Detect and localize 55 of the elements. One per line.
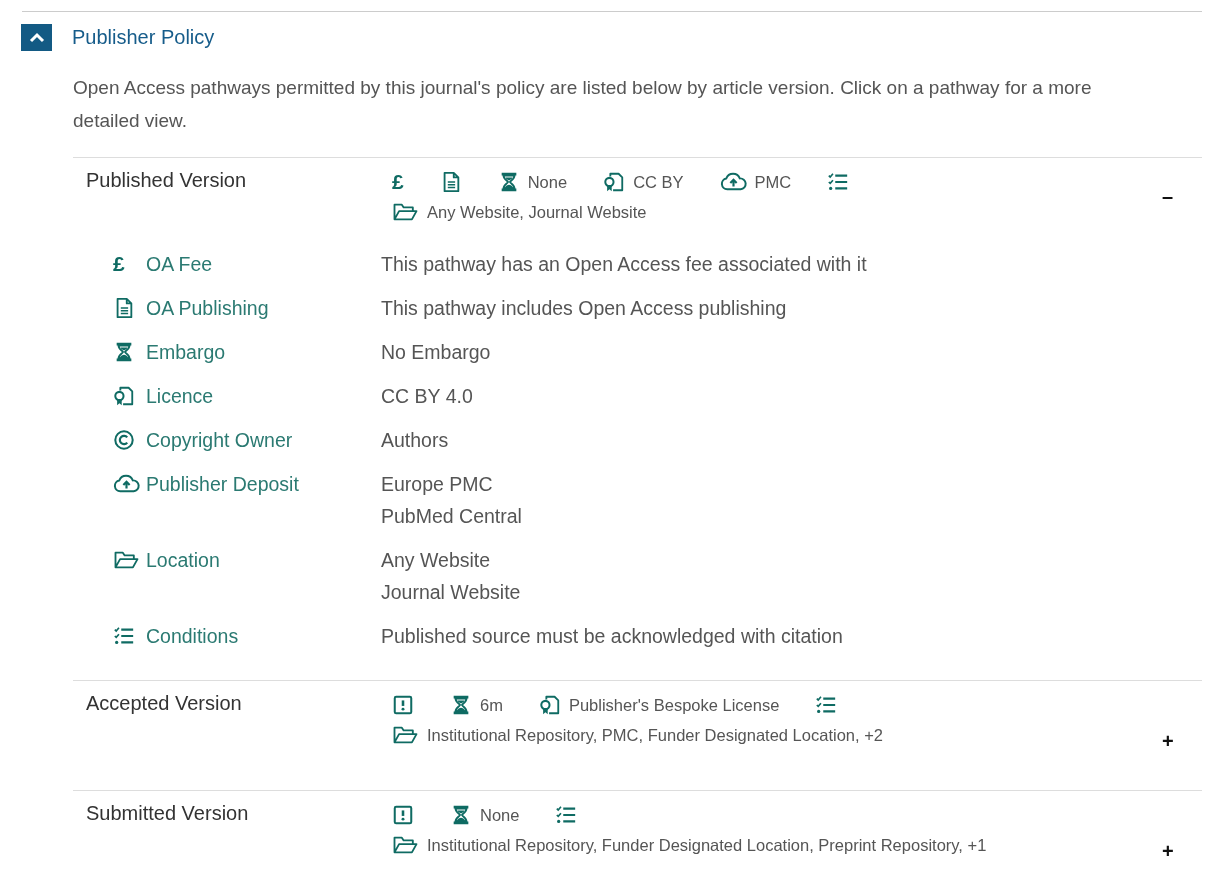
- expand-toggle[interactable]: +: [1162, 729, 1174, 753]
- description-text: Open Access pathways permitted by this journal's policy are listed below by article version. Click on a pathway for a more detailed view.: [73, 76, 1093, 133]
- pound-icon: £: [113, 253, 125, 275]
- certificate-icon: [113, 385, 135, 407]
- detail-value: Europe PMC: [381, 472, 494, 497]
- folder-icon: [113, 549, 140, 571]
- detail-value: Any Website: [381, 548, 492, 573]
- expand-toggle[interactable]: +: [1162, 839, 1174, 863]
- section-title: Publisher Policy: [72, 26, 215, 49]
- summary-text: None: [480, 805, 520, 825]
- pound-icon: £: [392, 171, 404, 193]
- folder-icon: [392, 201, 419, 223]
- certificate-icon: [603, 171, 626, 193]
- location-text: Institutional Repository, PMC, Funder Designated Location, +2: [427, 725, 883, 745]
- summary-text: 6m: [480, 695, 503, 715]
- detail-value: PubMed Central: [381, 504, 523, 529]
- detail-label: Conditions: [146, 624, 240, 649]
- detail-value: Authors: [381, 428, 450, 453]
- checklist-icon: [815, 694, 838, 716]
- detail-label: OA Fee: [146, 252, 214, 277]
- detail-value: Published source must be acknowledged with citation: [381, 624, 844, 649]
- detail-label: Licence: [146, 384, 215, 409]
- pathway-title[interactable]: Published Version: [86, 169, 392, 223]
- summary-text: None: [527, 172, 568, 192]
- pathway-title[interactable]: Submitted Version: [86, 802, 392, 872]
- warning-icon: [392, 804, 414, 826]
- detail-label: Publisher Deposit: [146, 472, 300, 497]
- summary-text: PMC: [754, 172, 792, 192]
- checklist-icon: [827, 171, 850, 193]
- detail-value: This pathway includes Open Access publishing: [381, 296, 788, 321]
- cloud-upload-icon: [719, 171, 747, 193]
- detail-value: This pathway has an Open Access fee associated with it: [381, 252, 868, 277]
- detail-value: No Embargo: [381, 340, 492, 365]
- detail-label: Location: [146, 548, 221, 573]
- folder-icon: [392, 724, 419, 746]
- certificate-icon: [538, 694, 561, 716]
- chevron-icon: [28, 31, 45, 44]
- cloud-upload-icon: [113, 473, 140, 495]
- checklist-icon: [555, 804, 578, 826]
- detail-value: Journal Website: [381, 580, 522, 605]
- detail-label: OA Publishing: [146, 296, 270, 321]
- pathway-title[interactable]: Accepted Version: [86, 692, 392, 790]
- summary-text: Publisher's Bespoke License: [568, 695, 780, 715]
- detail-label: Embargo: [146, 340, 227, 365]
- folder-icon: [392, 834, 419, 856]
- detail-label: Copyright Owner: [146, 428, 294, 453]
- copyright-icon: [113, 429, 135, 451]
- summary-text: CC BY: [633, 172, 684, 192]
- expand-toggle[interactable]: –: [1162, 184, 1174, 208]
- collapse-button[interactable]: [21, 24, 52, 51]
- warning-icon: [392, 694, 414, 716]
- detail-value: CC BY 4.0: [381, 384, 474, 409]
- checklist-icon: [113, 625, 135, 647]
- location-text: Any Website, Journal Website: [427, 202, 647, 222]
- location-text: Institutional Repository, Funder Designated Location, Preprint Repository, +1: [427, 835, 987, 855]
